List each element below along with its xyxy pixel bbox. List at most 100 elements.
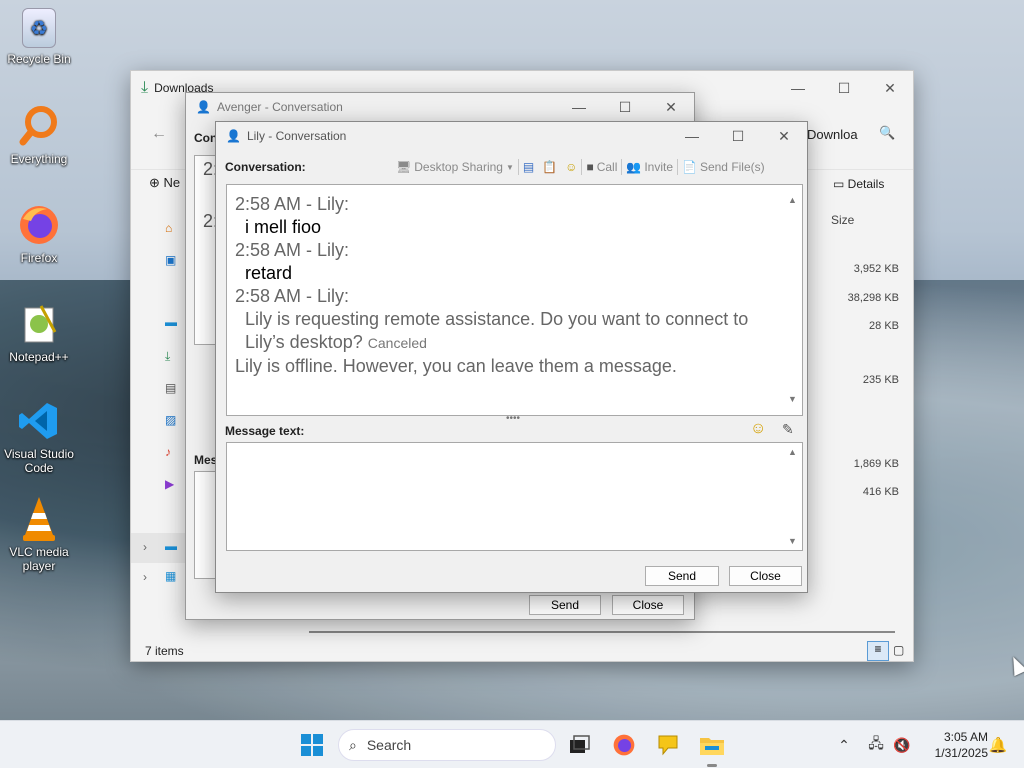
- details-button[interactable]: ▭ Details: [833, 177, 884, 191]
- details-view-icon[interactable]: ≡: [867, 641, 889, 661]
- minimize-button[interactable]: —: [669, 121, 715, 151]
- close-button[interactable]: ✕: [867, 73, 913, 103]
- horizontal-scrollbar[interactable]: [309, 631, 895, 633]
- documents-folder-icon[interactable]: ▤: [165, 381, 176, 395]
- invite-label: Invite: [644, 160, 673, 174]
- invite-button[interactable]: 👥 Invite: [626, 160, 673, 174]
- emoticon-smile-icon[interactable]: ☺: [750, 420, 766, 438]
- clock-time: 3:05 AM: [943, 730, 988, 744]
- explorer-window-controls: — ☐ ✕: [775, 73, 913, 103]
- desktop-icon-vlc[interactable]: VLC media player: [1, 497, 77, 573]
- music-folder-icon[interactable]: ♪: [165, 445, 171, 459]
- remote-assistance-request: Lily is requesting remote assistance. Do…: [245, 309, 749, 329]
- desktop-icon-label: Visual Studio Code: [4, 447, 74, 475]
- start-button[interactable]: [298, 731, 326, 759]
- show-hidden-icons-chevron-up-icon[interactable]: ⌃: [830, 731, 858, 759]
- desktop-icon-label: VLC media player: [9, 545, 69, 573]
- taskbar-file-explorer-icon[interactable]: [698, 731, 726, 767]
- search-icon[interactable]: 🔍: [879, 125, 895, 141]
- details-label: Details: [847, 177, 885, 191]
- lily-window-controls: — ☐ ✕: [669, 121, 807, 151]
- firefox-icon: [17, 203, 61, 247]
- avenger-window-controls: — ☐ ✕: [556, 92, 694, 122]
- maximize-button[interactable]: ☐: [602, 92, 648, 122]
- desktop-icon-label: Firefox: [20, 251, 58, 265]
- new-button[interactable]: ⊕ Ne: [149, 175, 180, 191]
- maximize-button[interactable]: ☐: [715, 121, 761, 151]
- emoticons-icon[interactable]: ☺: [565, 160, 577, 174]
- gallery-icon[interactable]: ▣: [165, 253, 176, 267]
- windows-logo-icon: [301, 734, 323, 756]
- download-icon: ⤓: [141, 79, 149, 96]
- close-dialog-button[interactable]: Close: [729, 566, 802, 586]
- address-bar[interactable]: Downloa: [807, 127, 858, 142]
- avenger-send-button[interactable]: Send: [529, 595, 601, 615]
- desktop-icon-vscode[interactable]: Visual Studio Code: [1, 399, 77, 475]
- message-text: i mell fioo: [245, 217, 322, 237]
- splitter-handle[interactable]: ••••: [506, 413, 520, 424]
- lily-titlebar: 👤 Lily - Conversation — ☐ ✕: [216, 122, 807, 150]
- desktop-icon-everything[interactable]: Everything: [1, 104, 77, 166]
- active-app-indicator: [707, 764, 717, 767]
- conversation-scrollbar[interactable]: ▲ ▼: [784, 185, 802, 415]
- desktop-icon-recycle-bin[interactable]: ♻ Recycle Bin: [1, 8, 77, 66]
- desktop-folder-icon[interactable]: ▬: [165, 315, 177, 329]
- home-icon[interactable]: ⌂: [165, 221, 172, 235]
- send-button[interactable]: Send: [645, 566, 719, 586]
- message-text-label: Message text:: [225, 424, 305, 438]
- size-column-header[interactable]: Size: [831, 213, 854, 227]
- notes-icon[interactable]: ▤: [523, 160, 534, 174]
- task-view-icon[interactable]: [566, 731, 594, 759]
- this-pc-item[interactable]: › ▬: [131, 533, 187, 563]
- chevron-right-icon: ›: [143, 540, 147, 554]
- desktop-icon-firefox[interactable]: Firefox: [1, 203, 77, 265]
- invite-icon: 👥: [626, 160, 642, 174]
- toolbar-separator: [677, 159, 678, 175]
- contact-info-icon[interactable]: 📋: [542, 160, 557, 174]
- send-files-button[interactable]: 📄 Send File(s): [682, 160, 765, 174]
- desktop-icon-notepadpp[interactable]: Notepad++: [1, 302, 77, 364]
- videos-folder-icon[interactable]: ▶: [165, 477, 174, 491]
- message-scrollbar[interactable]: ▲ ▼: [784, 443, 802, 550]
- scroll-up-arrow-icon[interactable]: ▲: [788, 447, 797, 457]
- close-button[interactable]: ✕: [648, 92, 694, 122]
- volume-muted-icon[interactable]: 🔇: [888, 731, 916, 759]
- maximize-button[interactable]: ☐: [821, 73, 867, 103]
- call-button[interactable]: ■ Call: [586, 160, 617, 174]
- notification-bell-icon[interactable]: 🔔: [984, 731, 1012, 759]
- clock[interactable]: 3:05 AM 1/31/2025: [918, 729, 988, 761]
- camera-icon: ■: [586, 160, 594, 174]
- scroll-up-arrow-icon[interactable]: ▲: [788, 189, 797, 212]
- scroll-down-arrow-icon[interactable]: ▼: [788, 388, 797, 411]
- notepadpp-icon: [17, 302, 61, 346]
- downloads-folder-icon[interactable]: ⤓: [165, 349, 170, 364]
- minimize-button[interactable]: —: [556, 92, 602, 122]
- taskbar-firefox-icon[interactable]: [610, 731, 638, 759]
- message-input[interactable]: ▲ ▼: [226, 442, 803, 551]
- close-button[interactable]: ✕: [761, 121, 807, 151]
- dropdown-arrow-icon: ▼: [505, 162, 514, 172]
- desktop-sharing-button[interactable]: 🖥 Desktop Sharing ▼: [396, 160, 514, 174]
- network-item[interactable]: › ▦: [131, 567, 187, 591]
- taskbar-search[interactable]: ⌕ Search: [338, 729, 556, 761]
- network-status-icon[interactable]: 🖧: [862, 731, 890, 759]
- user-icon: 👤: [196, 100, 211, 114]
- send-files-label: Send File(s): [699, 160, 765, 174]
- vscode-icon: [17, 399, 61, 443]
- canceled-status: Canceled: [367, 335, 427, 351]
- taskbar-chat-icon[interactable]: [654, 731, 682, 759]
- back-arrow-icon[interactable]: ←: [151, 125, 167, 143]
- minimize-button[interactable]: —: [775, 73, 821, 103]
- message-header: 2:58 AM - Lily:: [235, 286, 350, 306]
- tiles-view-icon[interactable]: ▢: [893, 643, 904, 657]
- avenger-close-button[interactable]: Close: [612, 595, 684, 615]
- conversation-history[interactable]: 2:58 AM - Lily: i mell fioo 2:58 AM - Li…: [226, 184, 803, 416]
- file-size: 3,952 KB: [853, 263, 899, 275]
- message-text: retard: [245, 263, 293, 283]
- file-size: 1,869 KB: [853, 458, 899, 470]
- recycle-bin-icon: ♻: [22, 8, 56, 48]
- font-format-icon[interactable]: ✎: [782, 421, 794, 438]
- scroll-down-arrow-icon[interactable]: ▼: [788, 536, 797, 546]
- pictures-folder-icon[interactable]: ▨: [165, 413, 176, 427]
- remote-assistance-request-cont: Lily’s desktop? Canceled: [235, 331, 794, 355]
